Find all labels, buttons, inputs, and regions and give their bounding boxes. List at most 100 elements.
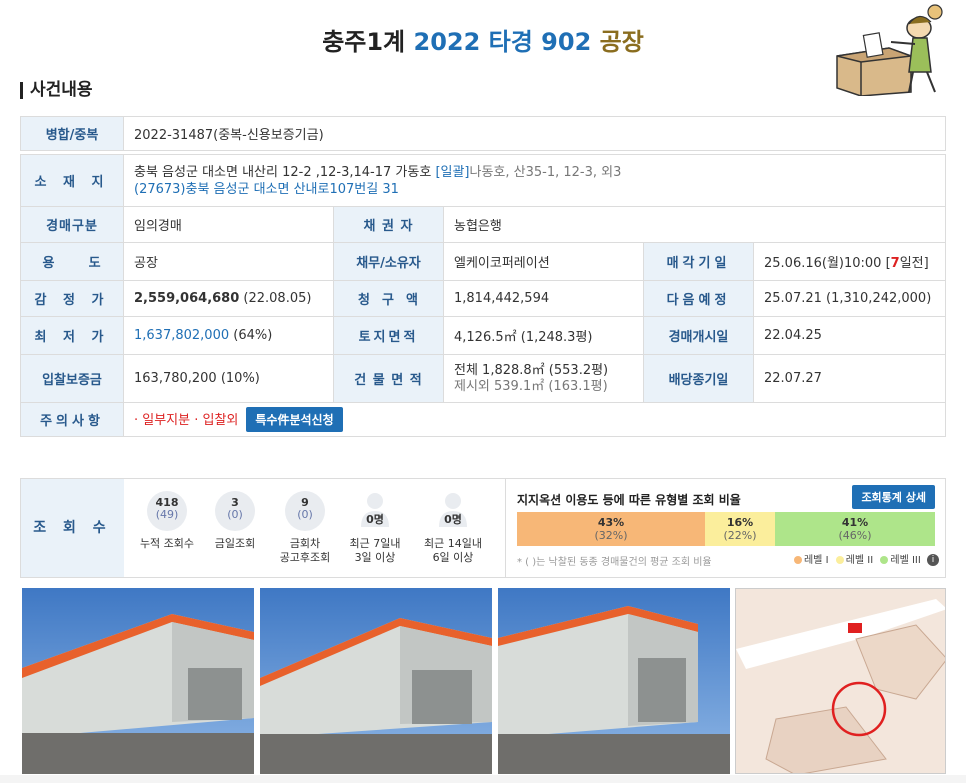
view-stats-panel: 조 회 수 418 (49) 누적 조회수 3 (0) 금일조회 9 (0) 금… [20,478,946,578]
location-bulk-link[interactable]: [일괄] [435,165,469,180]
legend-dot-level1 [793,556,802,564]
creditor-value: 농협은행 [443,206,946,243]
min-price-pct: (64%) [229,328,273,343]
location-extra: 나동호, 산35-1, 12-3, 외3 [469,164,622,180]
min-price-label: 최 저 가 [20,316,124,355]
round-views-caption-2: 공고후조회 [279,551,331,564]
today-views-avg: (0) [227,508,243,521]
location-road-address[interactable]: (27673)충북 음성군 대소면 산내로107번길 31 [134,182,399,197]
caution-label: 주의사항 [20,402,124,437]
location-label: 소 재 지 [20,154,124,207]
property-map[interactable] [735,588,946,774]
caution-text: · 일부지분 · 입찰외 [134,413,239,428]
ratio-level3-avg: (46%) [838,529,872,542]
appraisal-amount: 2,559,064,680 [134,291,240,306]
recent14-caption-2: 6일 이상 [432,551,474,564]
page-title: 충주1계 2022 타경 902 공장 [0,22,966,57]
ratio-level1-avg: (32%) [594,529,628,542]
ratio-bar-level1: 43% (32%) [517,512,705,546]
case-info-table: 병합/중복 2022-31487(중복-신용보증기금) 소 재 지 충북 음성군… [20,116,946,437]
section-title: 사건내용 [20,82,93,99]
building-area-label: 건 물 면 적 [333,354,444,403]
deposit-label: 입찰보증금 [20,354,124,403]
today-views-badge: 3 (0) [215,491,255,531]
debtor-label: 채무/소유자 [333,242,444,281]
auction-type-value: 임의경매 [123,206,334,243]
view-stats-detail-button[interactable]: 조회통계 상세 [852,485,935,509]
cadastral-map-image [736,589,945,773]
cumulative-views-caption: 누적 조회수 [139,537,195,550]
recent7-views-count: 0명 [366,513,384,526]
dividend-value: 22.07.27 [753,354,946,403]
appraisal-value: 2,559,064,680 (22.08.05) [123,280,334,317]
sale-date-label: 매각기일 [643,242,754,281]
recent14-caption-1: 최근 14일내 [424,537,482,550]
start-date-label: 경매개시일 [643,316,754,355]
ratio-bar-level2: 16% (22%) [705,512,775,546]
building-area-extra: 제시외 539.1㎡ (163.1평) [454,378,608,394]
appraisal-label: 감 정 가 [20,280,124,317]
caution-value: · 일부지분 · 입찰외 특수件분석신청 [123,402,946,437]
ratio-note: * ( )는 낙찰된 동종 경매물건의 평균 조회 비율 [517,557,712,568]
sale-date-value: 25.06.16(월)10:00 [7일전] [753,242,946,281]
special-analysis-button[interactable]: 특수件분석신청 [246,407,343,432]
property-photo-1[interactable] [22,588,254,774]
ratio-bar-level3: 41% (46%) [775,512,935,546]
legend-dot-level3 [880,556,889,564]
ratio-title: 지지옥션 이용도 등에 따른 유형별 조회 비율 [517,493,741,507]
dividend-label: 배당종기일 [643,354,754,403]
legend-level2: 레벨 II [845,555,874,566]
usage-label: 용 도 [20,242,124,281]
next-schedule-value: 25.07.21 (1,310,242,000) [753,280,946,317]
claim-label: 청 구 액 [333,280,444,317]
building-photo-image [22,588,254,774]
merge-value: 2022-31487(중복-신용보증기금) [123,116,946,151]
header: 충주1계 2022 타경 902 공장 [0,0,966,96]
building-area-total: 전체 1,828.8㎡ (553.2평) [454,362,609,378]
sale-date-text: 25.06.16(월)10:00 [ [764,256,891,271]
court-name: 충주1계 [322,28,406,56]
creditor-label: 채 권 자 [333,206,444,243]
property-photo-2[interactable] [260,588,492,774]
recent7-caption-2: 3일 이상 [354,551,396,564]
location-address: 충북 음성군 대소면 내산리 12-2 ,12-3,14-17 가동호 [134,164,432,180]
views-label: 조 회 수 [21,479,124,577]
ratio-level1-pct: 43% [597,516,625,529]
deposit-value: 163,780,200 (10%) [123,354,334,403]
auction-mascot-icon [836,4,943,96]
building-area-value: 전체 1,828.8㎡ (553.2평) 제시외 539.1㎡ (163.1평) [443,354,644,403]
debtor-value: 엘케이코퍼레이션 [443,242,644,281]
recent7-caption-1: 최근 7일내 [349,537,401,550]
appraisal-date: (22.08.05) [239,291,312,306]
usage-value: 공장 [123,242,334,281]
round-views-caption: 금회차 공고후조회 [273,537,337,565]
ratio-level3-pct: 41% [841,516,869,529]
building-photo-image [260,588,492,774]
round-views-badge: 9 (0) [285,491,325,531]
auction-type-label: 경매구분 [20,206,124,243]
sale-date-days: 7 [890,256,900,271]
photo-caption-strip [0,775,966,783]
location-value: 충북 음성군 대소면 내산리 12-2 ,12-3,14-17 가동호 [일괄]… [123,154,946,207]
legend-level1: 레벨 I [803,555,829,566]
cumulative-views-badge: 418 (49) [147,491,187,531]
stats-divider [505,479,506,577]
info-icon[interactable]: i [927,554,939,566]
legend-level3: 레벨 III [890,555,921,566]
legend-dot-level2 [835,556,844,564]
ratio-level2-pct: 16% [726,516,754,529]
recent14-views-caption: 최근 14일내 6일 이상 [415,537,491,565]
min-price-value: 1,637,802,000 (64%) [123,316,334,355]
ratio-level2-avg: (22%) [723,529,757,542]
round-views-avg: (0) [297,508,313,521]
property-photo-3[interactable] [498,588,730,774]
sale-date-suffix: 일전] [899,256,929,271]
claim-value: 1,814,442,594 [443,280,644,317]
merge-label: 병합/중복 [20,116,124,151]
cumulative-views-avg: (49) [155,508,179,521]
round-views-caption-1: 금회차 [289,537,321,550]
recent7-views-caption: 최근 7일내 3일 이상 [339,537,411,565]
land-area-value: 4,126.5㎡ (1,248.3평) [443,316,644,355]
start-date-value: 22.04.25 [753,316,946,355]
land-area-label: 토지면적 [333,316,444,355]
